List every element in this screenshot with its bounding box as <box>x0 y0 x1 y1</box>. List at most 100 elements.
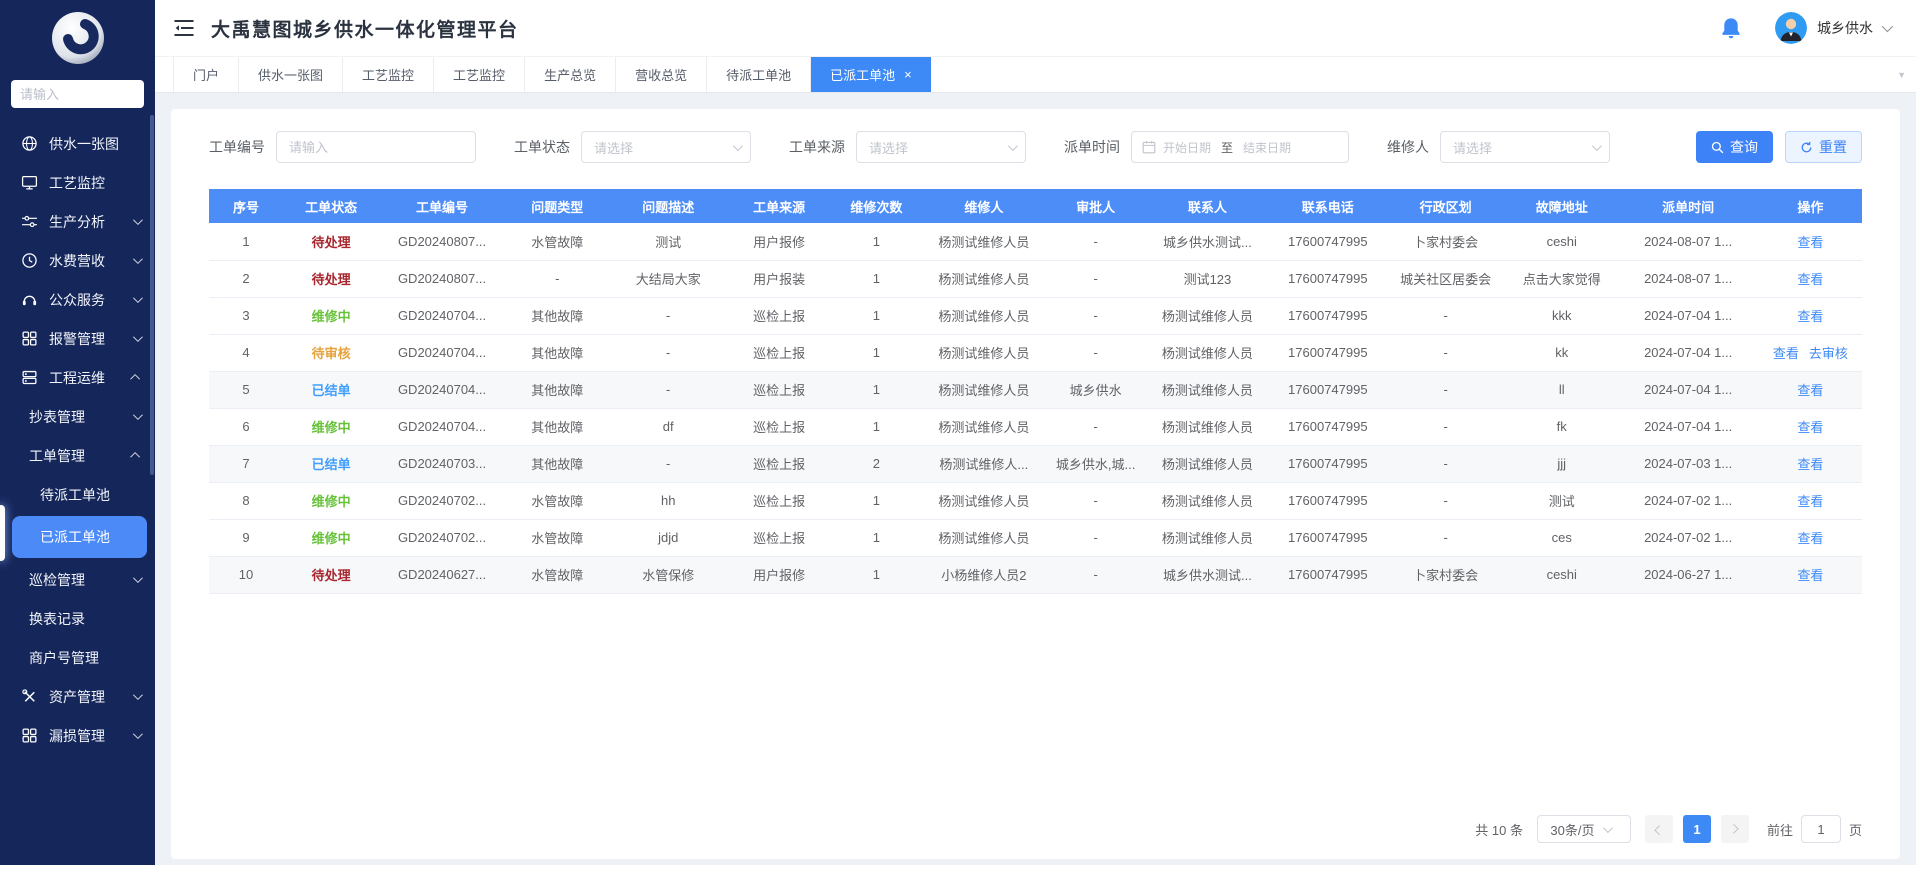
cell-district: - <box>1385 297 1505 334</box>
goto-page-input[interactable] <box>1801 815 1841 843</box>
cell-dispatch-time: 2024-08-07 1... <box>1618 260 1759 297</box>
view-link[interactable]: 查看 <box>1797 568 1823 583</box>
user-name[interactable]: 城乡供水 <box>1817 18 1873 38</box>
dispatch-time-range-picker[interactable]: 开始日期 至 结束日期 <box>1131 131 1349 163</box>
table-row: 5已结单GD20240704...其他故障-巡检上报1杨测试维修人员城乡供水杨测… <box>209 371 1862 408</box>
cell-order-no: GD20240807... <box>379 223 505 260</box>
sidebar-scrollbar[interactable] <box>150 115 154 475</box>
view-link[interactable]: 查看 <box>1797 531 1823 546</box>
cell-dispatch-time: 2024-07-02 1... <box>1618 482 1759 519</box>
tab-production-overview[interactable]: 生产总览 <box>525 57 616 92</box>
prev-page-button[interactable] <box>1645 815 1673 843</box>
sidebar-item-label: 巡检管理 <box>29 570 85 590</box>
sidebar-item-public-service[interactable]: 公众服务 <box>0 280 155 319</box>
avatar[interactable] <box>1775 12 1807 44</box>
order-source-select[interactable]: 请选择 <box>856 131 1026 163</box>
search-icon <box>1711 141 1724 154</box>
tab-process-monitor-2[interactable]: 工艺监控 <box>434 57 525 92</box>
cell-repair-count: 1 <box>832 334 921 371</box>
cell-status: 已结单 <box>283 371 379 408</box>
view-link[interactable]: 查看 <box>1797 383 1823 398</box>
sidebar-item-water-billing[interactable]: 水费营收 <box>0 241 155 280</box>
cell-source: 用户报装 <box>727 260 832 297</box>
cell-dispatch-time: 2024-07-04 1... <box>1618 334 1759 371</box>
view-link[interactable]: 查看 <box>1797 457 1823 472</box>
sidebar-item-label: 工单管理 <box>29 446 85 466</box>
next-page-button[interactable] <box>1721 815 1749 843</box>
page-1-button[interactable]: 1 <box>1683 815 1711 843</box>
sidebar-item-process-monitor[interactable]: 工艺监控 <box>0 163 155 202</box>
sidebar-item-meter-reading[interactable]: 抄表管理 <box>0 397 155 436</box>
cell-district: - <box>1385 334 1505 371</box>
view-link[interactable]: 查看 <box>1797 272 1823 287</box>
sidebar-item-ops[interactable]: 工程运维 <box>0 358 155 397</box>
sidebar-item-label: 漏损管理 <box>49 726 105 746</box>
sidebar-item-label: 资产管理 <box>49 687 105 707</box>
sidebar-item-leakage[interactable]: 漏损管理 <box>0 716 155 755</box>
notification-bell-icon[interactable] <box>1721 17 1741 39</box>
tab-process-monitor-1[interactable]: 工艺监控 <box>343 57 434 92</box>
cell-dispatch-time: 2024-07-04 1... <box>1618 408 1759 445</box>
tab-dispatched-pool[interactable]: 已派工单池 × <box>811 57 931 92</box>
cell-problem-desc: 水管保修 <box>610 556 727 593</box>
view-link[interactable]: 查看 <box>1797 235 1823 250</box>
cell-order-no: GD20240704... <box>379 297 505 334</box>
cell-district: - <box>1385 519 1505 556</box>
cell-contact: 杨测试维修人员 <box>1145 445 1271 482</box>
sidebar-item-label: 工艺监控 <box>49 173 105 193</box>
cell-status: 维修中 <box>283 519 379 556</box>
cell-status: 已结单 <box>283 445 379 482</box>
order-no-input[interactable] <box>276 131 476 163</box>
cell-actions: 查看去审核 <box>1759 334 1862 371</box>
chevron-right-icon <box>1729 823 1739 833</box>
sidebar-item-inspection[interactable]: 巡检管理 <box>0 560 155 599</box>
sidebar-item-meter-change[interactable]: 换表记录 <box>0 599 155 638</box>
order-status-select[interactable]: 请选择 <box>581 131 751 163</box>
cell-district: - <box>1385 408 1505 445</box>
view-link[interactable]: 查看 <box>1797 420 1823 435</box>
column-header: 派单时间 <box>1618 189 1759 223</box>
sidebar-item-alarm-mgmt[interactable]: 报警管理 <box>0 319 155 358</box>
status-badge: 维修中 <box>312 531 351 546</box>
chevron-down-icon[interactable] <box>1882 21 1893 32</box>
tab-pending-pool[interactable]: 待派工单池 <box>707 57 811 92</box>
page-size-select[interactable]: 30条/页 <box>1537 815 1631 843</box>
sidebar-item-water-map[interactable]: 供水一张图 <box>0 124 155 163</box>
search-button[interactable]: 查询 <box>1696 131 1773 163</box>
close-icon[interactable]: × <box>904 68 912 81</box>
go-audit-link[interactable]: 去审核 <box>1809 346 1848 361</box>
view-link[interactable]: 查看 <box>1773 346 1799 361</box>
cell-status: 待处理 <box>283 223 379 260</box>
tab-water-map[interactable]: 供水一张图 <box>239 57 343 92</box>
cell-seq: 3 <box>209 297 283 334</box>
reset-button[interactable]: 重置 <box>1785 131 1862 163</box>
cell-district: - <box>1385 482 1505 519</box>
sidebar-item-production-analysis[interactable]: 生产分析 <box>0 202 155 241</box>
cell-seq: 1 <box>209 223 283 260</box>
repairer-select[interactable]: 请选择 <box>1440 131 1610 163</box>
sidebar-item-dispatched-pool[interactable]: 已派工单池 <box>12 516 147 558</box>
sidebar-item-work-order-mgmt[interactable]: 工单管理 <box>0 436 155 475</box>
cell-source: 用户报修 <box>727 556 832 593</box>
sidebar-item-asset[interactable]: 资产管理 <box>0 677 155 716</box>
cell-repair-count: 1 <box>832 556 921 593</box>
tab-overflow-icon[interactable]: ▼ <box>1897 57 1906 92</box>
cell-actions: 查看 <box>1759 519 1862 556</box>
sidebar-item-merchant[interactable]: 商户号管理 <box>0 638 155 677</box>
tab-portal[interactable]: 门户 <box>173 57 239 92</box>
menu-fold-icon[interactable] <box>173 18 195 38</box>
status-badge: 待处理 <box>312 272 351 287</box>
cell-repairer: 杨测试维修人员 <box>921 297 1047 334</box>
view-link[interactable]: 查看 <box>1797 309 1823 324</box>
tab-revenue-overview[interactable]: 营收总览 <box>616 57 707 92</box>
sidebar-search-input[interactable] <box>11 80 144 108</box>
sidebar-item-label: 报警管理 <box>49 329 105 349</box>
headset-icon <box>21 291 38 308</box>
sidebar-item-pending-pool[interactable]: 待派工单池 <box>0 475 155 514</box>
tab-label: 工艺监控 <box>453 65 505 84</box>
view-link[interactable]: 查看 <box>1797 494 1823 509</box>
cell-problem-type: 水管故障 <box>505 519 610 556</box>
cell-repairer: 杨测试维修人... <box>921 445 1047 482</box>
status-badge: 待审核 <box>312 346 351 361</box>
work-order-panel: 工单编号 工单状态 请选择 工单来源 请选择 <box>171 109 1900 859</box>
